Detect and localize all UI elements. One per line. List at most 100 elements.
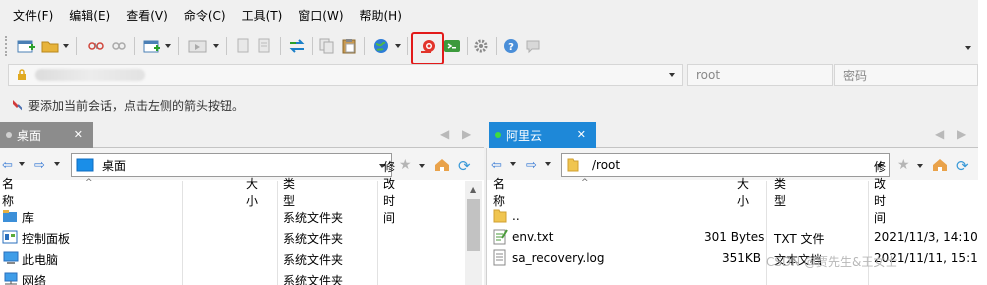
menu-file[interactable]: 文件(F) bbox=[13, 7, 53, 24]
password-field[interactable]: 密码 bbox=[834, 64, 978, 86]
forward-icon[interactable]: ⇨ bbox=[526, 158, 537, 173]
chevron-down-icon[interactable] bbox=[165, 44, 171, 48]
local-path-field[interactable]: 桌面 bbox=[71, 153, 392, 177]
col-size[interactable]: 大小 bbox=[246, 175, 258, 209]
control-panel-icon bbox=[2, 230, 18, 244]
chevron-down-icon[interactable] bbox=[669, 73, 675, 77]
network-icon bbox=[4, 272, 18, 285]
menu-tools[interactable]: 工具(T) bbox=[242, 7, 283, 24]
back-icon[interactable]: ⇦ bbox=[491, 158, 502, 173]
link-icon[interactable] bbox=[109, 36, 129, 56]
xshell-icon[interactable] bbox=[442, 36, 462, 56]
back-icon[interactable]: ⇦ bbox=[2, 158, 13, 173]
chevron-down-icon[interactable] bbox=[54, 162, 60, 166]
bookmark-star-icon[interactable]: ★ bbox=[897, 157, 910, 173]
watermark: CSDN @贾先生&王女士 bbox=[766, 255, 898, 269]
svg-text:?: ? bbox=[508, 42, 514, 53]
toolbar-divider bbox=[76, 37, 77, 55]
new-tab-icon[interactable] bbox=[142, 36, 162, 56]
home-icon[interactable] bbox=[932, 158, 948, 172]
tab-scroll-left-icon[interactable]: ◀ bbox=[935, 127, 944, 141]
chevron-down-icon[interactable] bbox=[419, 164, 425, 168]
refresh-icon[interactable]: ⟳ bbox=[956, 157, 969, 175]
table-row[interactable]: 网络 系统文件夹 bbox=[0, 269, 465, 285]
globe-icon[interactable] bbox=[371, 36, 391, 56]
menu-window[interactable]: 窗口(W) bbox=[298, 7, 343, 24]
col-type[interactable]: 类型 bbox=[774, 175, 786, 209]
paste-doc-icon[interactable] bbox=[255, 36, 273, 56]
chevron-down-icon[interactable] bbox=[213, 44, 219, 48]
toolbar-grip[interactable] bbox=[5, 36, 7, 56]
col-type[interactable]: 类型 bbox=[283, 175, 295, 209]
menu-command[interactable]: 命令(C) bbox=[184, 7, 226, 24]
toolbar-divider bbox=[312, 37, 313, 55]
tab-label: 桌面 bbox=[17, 128, 42, 143]
library-icon bbox=[3, 210, 17, 222]
tab-remote-aliyun[interactable]: 阿里云 ✕ bbox=[489, 122, 596, 148]
table-row[interactable]: .. bbox=[487, 206, 978, 226]
pin-icon bbox=[13, 100, 22, 111]
menu-bar: 文件(F) 编辑(E) 查看(V) 命令(C) 工具(T) 窗口(W) 帮助(H… bbox=[0, 0, 978, 30]
table-row[interactable]: sa_recovery.log 351KB 文本文档 2021/11/11, 1… bbox=[487, 248, 985, 268]
chevron-down-icon[interactable] bbox=[510, 162, 516, 166]
refresh-icon[interactable]: ⟳ bbox=[458, 157, 471, 175]
copy-icon[interactable] bbox=[318, 36, 336, 56]
host-value-blurred bbox=[35, 69, 145, 81]
folder-icon bbox=[493, 209, 507, 223]
transfer-icon[interactable] bbox=[287, 36, 307, 56]
table-row[interactable]: env.txt 301 Bytes TXT 文件 2021/11/3, 14:1… bbox=[487, 227, 978, 247]
menu-view[interactable]: 查看(V) bbox=[126, 7, 168, 24]
tab-scroll-right-icon[interactable]: ▶ bbox=[462, 127, 471, 141]
scroll-thumb bbox=[467, 199, 480, 251]
open-folder-icon[interactable] bbox=[40, 36, 60, 56]
chevron-down-icon[interactable] bbox=[917, 164, 923, 168]
username-field[interactable]: root bbox=[687, 64, 833, 86]
window-edge bbox=[978, 0, 987, 285]
help-icon[interactable]: ? bbox=[502, 36, 520, 56]
chevron-down-icon[interactable] bbox=[19, 162, 25, 166]
disconnect-icon[interactable] bbox=[86, 36, 106, 56]
toolbar-overflow-icon[interactable] bbox=[965, 46, 971, 50]
menu-edit[interactable]: 编辑(E) bbox=[69, 7, 110, 24]
toolbar-divider bbox=[407, 37, 408, 55]
new-session-icon[interactable] bbox=[16, 36, 36, 56]
sort-arrow-icon: ^ bbox=[581, 178, 589, 188]
bookmark-star-icon[interactable]: ★ bbox=[399, 157, 412, 173]
table-row[interactable]: 控制面板 系统文件夹 bbox=[0, 227, 465, 247]
tab-local-desktop[interactable]: 桌面 ✕ bbox=[0, 122, 93, 148]
menu-help[interactable]: 帮助(H) bbox=[360, 7, 402, 24]
close-icon[interactable]: ✕ bbox=[577, 128, 586, 141]
close-icon[interactable]: ✕ bbox=[74, 128, 83, 141]
gear-icon[interactable] bbox=[472, 36, 490, 56]
folder-icon bbox=[567, 158, 579, 172]
status-dot bbox=[6, 132, 12, 138]
col-size[interactable]: 大小 bbox=[737, 175, 749, 209]
screen-icon[interactable] bbox=[187, 36, 209, 56]
table-row[interactable]: 此电脑 系统文件夹 bbox=[0, 248, 465, 268]
table-row[interactable]: 库 系统文件夹 bbox=[0, 206, 465, 226]
remote-path-field[interactable]: /root bbox=[561, 153, 890, 177]
this-pc-icon bbox=[3, 251, 19, 264]
session-hint: 要添加当前会话，点击左侧的箭头按钮。 bbox=[0, 95, 244, 115]
chevron-down-icon[interactable] bbox=[63, 44, 69, 48]
local-scrollbar[interactable]: ▲ bbox=[465, 181, 482, 285]
scroll-up-icon: ▲ bbox=[470, 185, 477, 194]
log-file-icon bbox=[493, 249, 506, 266]
username-value: root bbox=[696, 68, 721, 82]
text-file-icon bbox=[493, 229, 508, 245]
chevron-down-icon[interactable] bbox=[545, 162, 551, 166]
host-field[interactable] bbox=[8, 64, 683, 86]
clipboard-icon[interactable] bbox=[340, 36, 358, 56]
col-name[interactable]: 名称 bbox=[493, 175, 505, 209]
remote-path-value: /root bbox=[592, 158, 621, 172]
home-icon[interactable] bbox=[434, 158, 450, 172]
col-name[interactable]: 名称 bbox=[2, 175, 14, 209]
tab-scroll-right-icon[interactable]: ▶ bbox=[957, 127, 966, 141]
copy-doc-icon[interactable] bbox=[234, 36, 252, 56]
forward-icon[interactable]: ⇨ bbox=[34, 158, 45, 173]
hint-text: 要添加当前会话，点击左侧的箭头按钮。 bbox=[28, 98, 245, 113]
tab-scroll-left-icon[interactable]: ◀ bbox=[440, 127, 449, 141]
toolbar-divider bbox=[467, 37, 468, 55]
chat-icon[interactable] bbox=[524, 36, 542, 56]
chevron-down-icon[interactable] bbox=[395, 44, 401, 48]
